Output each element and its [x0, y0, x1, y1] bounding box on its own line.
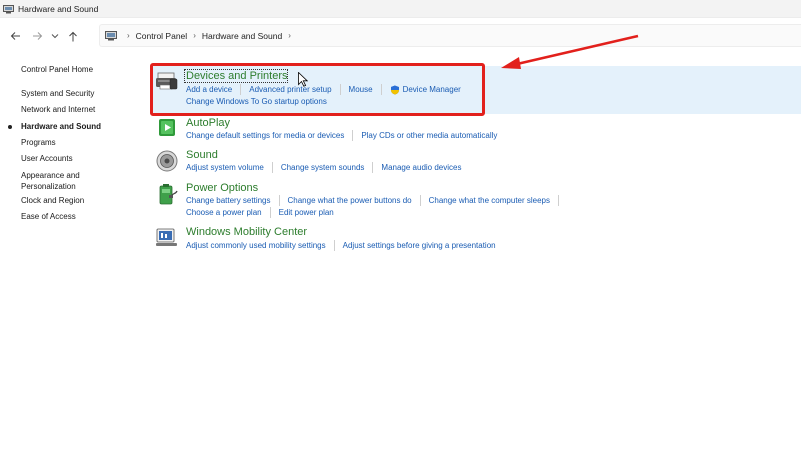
sidebar-item-system-and-security[interactable]: System and Security	[21, 89, 94, 100]
arrow-right-icon	[32, 32, 42, 40]
link-divider	[271, 162, 273, 173]
change-battery-settings-link[interactable]: Change battery settings	[186, 196, 271, 205]
adjust-system-volume-link[interactable]: Adjust system volume	[186, 163, 264, 172]
edit-power-plan-link[interactable]: Edit power plan	[279, 208, 334, 217]
link-divider	[333, 240, 335, 251]
mobility-center-icon[interactable]	[155, 226, 181, 252]
choose-a-power-plan-link[interactable]: Choose a power plan	[186, 208, 262, 217]
sidebar-item-label: Hardware and Sound	[21, 122, 102, 131]
active-bullet	[8, 125, 12, 129]
sidebar-item-label-line2: Personalization	[21, 181, 76, 191]
control-panel-icon	[105, 30, 117, 41]
sidebar-item-ease-of-access[interactable]: Ease of Access	[21, 212, 76, 223]
window-title: Hardware and Sound	[18, 3, 99, 14]
link-row: Change battery settings Change what the …	[186, 195, 567, 206]
arrow-up-icon	[69, 31, 77, 41]
arrow-left-icon	[10, 32, 20, 40]
link-divider	[558, 195, 559, 206]
power-options-link[interactable]: Power Options	[186, 182, 258, 194]
breadcrumb-hardware-and-sound[interactable]: Hardware and Sound	[202, 31, 282, 41]
chevron-right-icon: ›	[127, 31, 130, 40]
control-panel-icon	[3, 4, 14, 14]
sidebar-item-control-panel-home[interactable]: Control Panel Home	[21, 65, 93, 76]
speaker-icon[interactable]	[155, 149, 181, 175]
link-divider	[372, 162, 374, 173]
adjust-mobility-settings-link[interactable]: Adjust commonly used mobility settings	[186, 241, 326, 250]
link-row: Choose a power plan Edit power plan	[186, 207, 334, 218]
link-divider	[419, 195, 421, 206]
change-computer-sleeps-link[interactable]: Change what the computer sleeps	[429, 196, 550, 205]
link-row: Adjust system volume Change system sound…	[186, 162, 461, 173]
sidebar-item-user-accounts[interactable]: User Accounts	[21, 154, 73, 165]
autoplay-link[interactable]: AutoPlay	[186, 117, 230, 129]
chevron-down-icon	[51, 34, 59, 39]
forward-button[interactable]	[26, 26, 48, 46]
sidebar-item-clock-and-region[interactable]: Clock and Region	[21, 196, 84, 207]
autoplay-icon[interactable]	[155, 117, 181, 143]
mouse-cursor-icon	[298, 72, 308, 87]
up-button[interactable]	[62, 26, 84, 46]
sidebar-item-appearance-and-personalization[interactable]: Appearance and Personalization	[21, 171, 80, 192]
navigation-bar: › Control Panel › Hardware and Sound ›	[0, 18, 801, 54]
back-button[interactable]	[4, 26, 26, 46]
windows-mobility-center-link[interactable]: Windows Mobility Center	[186, 226, 307, 238]
battery-icon[interactable]	[155, 182, 181, 208]
sound-link[interactable]: Sound	[186, 149, 218, 161]
sidebar-item-hardware-and-sound[interactable]: Hardware and Sound	[8, 122, 102, 133]
chevron-right-icon: ›	[193, 31, 196, 40]
recent-locations-button[interactable]	[48, 26, 62, 46]
annotation-highlight-box	[150, 63, 485, 116]
manage-audio-devices-link[interactable]: Manage audio devices	[381, 163, 461, 172]
adjust-presentation-settings-link[interactable]: Adjust settings before giving a presenta…	[343, 241, 496, 250]
chevron-right-icon[interactable]: ›	[288, 31, 291, 40]
sidebar-item-programs[interactable]: Programs	[21, 138, 56, 149]
play-cds-automatically-link[interactable]: Play CDs or other media automatically	[361, 131, 497, 140]
change-default-settings-link[interactable]: Change default settings for media or dev…	[186, 131, 344, 140]
link-row: Adjust commonly used mobility settings A…	[186, 240, 496, 251]
breadcrumb-control-panel[interactable]: Control Panel	[136, 31, 188, 41]
annotation-arrow	[501, 34, 639, 69]
change-system-sounds-link[interactable]: Change system sounds	[281, 163, 365, 172]
link-row: Change default settings for media or dev…	[186, 130, 497, 141]
change-power-buttons-link[interactable]: Change what the power buttons do	[288, 196, 412, 205]
address-bar[interactable]: › Control Panel › Hardware and Sound ›	[99, 24, 801, 47]
sidebar-item-label: Appearance and	[21, 171, 80, 180]
link-divider	[278, 195, 280, 206]
link-divider	[352, 130, 354, 141]
title-bar: Hardware and Sound	[0, 0, 801, 18]
sidebar-item-network-and-internet[interactable]: Network and Internet	[21, 105, 95, 116]
link-divider	[269, 207, 271, 218]
